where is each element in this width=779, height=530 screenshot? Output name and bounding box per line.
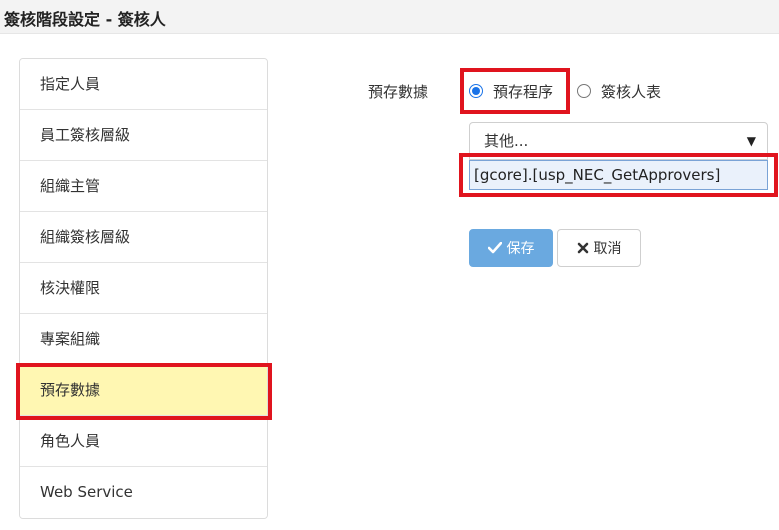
save-button-label: 保存 (506, 241, 535, 257)
menu-item-designated-person[interactable]: 指定人員 (20, 59, 267, 110)
check-icon (487, 242, 502, 254)
title-bar: 簽核階段設定 - 簽核人 (0, 0, 779, 34)
page-title: 簽核階段設定 - 簽核人 (4, 10, 166, 29)
caret-down-icon: ▼ (746, 134, 756, 148)
radio-approver-table[interactable]: 簽核人表 (577, 80, 661, 102)
radio-stored-procedure-label: 預存程序 (493, 82, 554, 101)
radio-stored-procedure[interactable]: 預存程序 (469, 80, 553, 102)
menu-item-web-service[interactable]: Web Service (20, 467, 267, 518)
menu-item-org-approval-level[interactable]: 組織簽核層級 (20, 212, 267, 263)
save-button[interactable]: 保存 (469, 229, 553, 267)
stored-data-label: 預存數據 (368, 83, 429, 101)
menu-item-approval-authority[interactable]: 核決權限 (20, 263, 267, 314)
approver-type-menu: 指定人員 員工簽核層級 組織主管 組織簽核層級 核決權限 專案組織 預存數據 角… (19, 58, 268, 519)
menu-item-employee-approval-level[interactable]: 員工簽核層級 (20, 110, 267, 161)
x-icon (577, 242, 589, 254)
menu-item-role-members[interactable]: 角色人員 (20, 416, 267, 467)
menu-item-project-org[interactable]: 專案組織 (20, 314, 267, 365)
radio-stored-procedure-control[interactable] (469, 84, 483, 98)
procedure-select-value: 其他... (484, 132, 529, 150)
menu-item-stored-data[interactable]: 預存數據 (20, 365, 267, 416)
radio-approver-table-control[interactable] (577, 84, 591, 98)
cancel-button-label: 取消 (593, 241, 622, 257)
procedure-select[interactable]: 其他... ▼ (469, 122, 768, 160)
procedure-name-input[interactable] (469, 160, 768, 190)
cancel-button[interactable]: 取消 (557, 229, 641, 267)
menu-item-org-manager[interactable]: 組織主管 (20, 161, 267, 212)
radio-approver-table-label: 簽核人表 (601, 82, 662, 101)
